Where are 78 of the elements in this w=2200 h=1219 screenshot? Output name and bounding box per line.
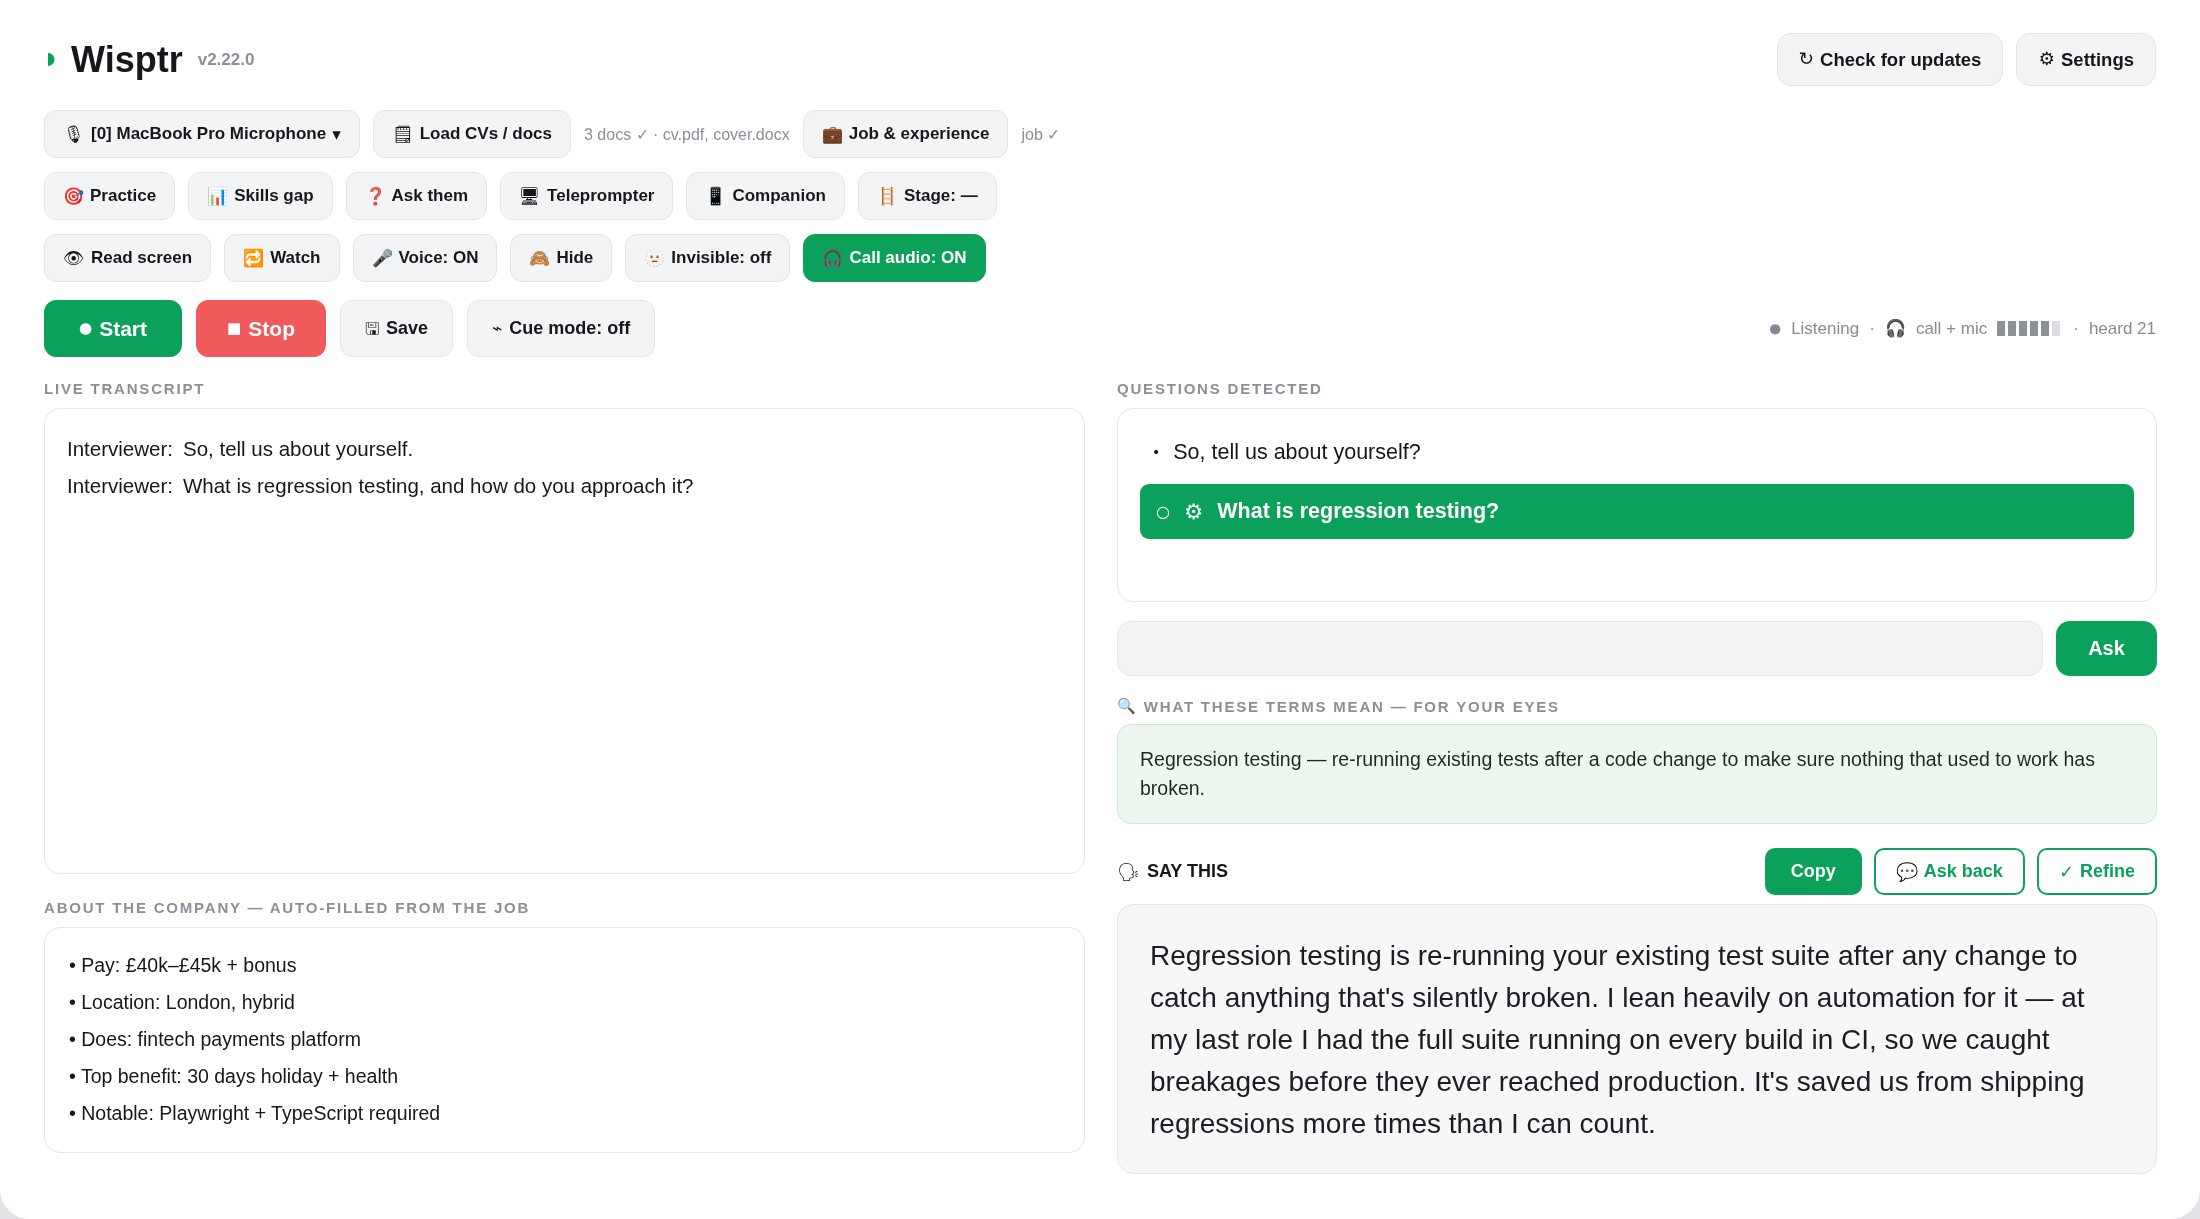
speaker-label: Interviewer: [67, 473, 173, 499]
company-fact: • Pay: £40k–£45k + bonus [69, 953, 298, 978]
section-title: LIVE TRANSCRIPT [44, 380, 206, 397]
logo-icon [48, 53, 55, 66]
monitor-icon: 🖥 [519, 187, 542, 205]
hide-button[interactable]: 🙈 Hide [510, 234, 613, 282]
check-icon: ✓ [2058, 862, 2074, 881]
section-title: QUESTIONS DETECTED [1117, 380, 1323, 397]
separator-dot: · [2073, 318, 2079, 339]
headphones-icon: 🎧 [1884, 320, 1906, 337]
read-screen-button[interactable]: 👁 Read screen [44, 234, 212, 282]
bullet-icon: • [1152, 445, 1161, 459]
company-fact: • Does: fintech payments platform [69, 1027, 362, 1052]
ladder-icon: 🪜 [876, 187, 898, 205]
company-fact: • Location: London, hybrid [69, 990, 296, 1015]
ask-field[interactable] [1117, 621, 2043, 676]
notepad-icon: 🗒 [391, 125, 414, 143]
voice-button[interactable]: 🎤 Voice: ON [352, 234, 498, 282]
check-updates-button[interactable]: ↻ Check for updates [1776, 33, 2004, 86]
bar-chart-icon: 📊 [207, 187, 229, 205]
load-docs-button[interactable]: 🗒 Load CVs / docs [372, 110, 571, 158]
practice-button[interactable]: 🎯 Practice [44, 172, 176, 220]
target-icon: 🎯 [63, 187, 84, 205]
status-dot-icon: ● [1769, 321, 1782, 336]
search-icon: 🔍 [1117, 699, 1138, 714]
save-button[interactable]: 🖫 Save [340, 300, 454, 357]
transcript-text: What is regression testing, and how do you approach it? [182, 473, 694, 499]
refresh-icon: ↻ [1798, 50, 1814, 69]
bullet-icon: ○ [1156, 503, 1170, 520]
invisible-button[interactable]: 🫥 Invisible: off [625, 234, 791, 282]
dot-icon: ● [79, 320, 93, 337]
speech-bubble-icon: 💬 [1895, 862, 1918, 881]
teleprompter-button[interactable]: 🖥 Teleprompter [500, 172, 674, 220]
heard-count: heard 21 [2088, 318, 2156, 339]
microphone-icon: 🎙 [63, 125, 85, 143]
terms-text: Regression testing — re-running existing tests after a code change to make sure nothing that used to work has broken. [1140, 747, 2096, 801]
microphone-select[interactable]: 🎙 [0] MacBook Pro Microphone ▾ [44, 110, 360, 158]
company-fact: • Notable: Playwright + TypeScript required [69, 1101, 442, 1126]
settings-icon: ⚙ [2038, 50, 2055, 69]
app-title: Wisptr [71, 41, 183, 78]
cue-mode-button[interactable]: ⌁ Cue mode: off [467, 300, 656, 357]
ask-them-button[interactable]: ❓ Ask them [345, 172, 488, 220]
skills-gap-button[interactable]: 📊 Skills gap [188, 172, 333, 220]
gear-icon: ⚙ [1183, 500, 1204, 523]
floppy-disk-icon: 🖫 [365, 319, 379, 338]
square-icon: ■ [227, 320, 242, 337]
question-item[interactable]: • So, tell us about yourself? [1140, 430, 2134, 474]
question-mark-icon: ❓ [364, 187, 386, 205]
transcript-text: So, tell us about yourself. [182, 436, 414, 462]
repeat-icon: 🔁 [243, 249, 265, 267]
eye-icon: 👁 [63, 249, 85, 267]
stage-button[interactable]: 🪜 Stage: — [857, 172, 997, 220]
watch-button[interactable]: 🔁 Watch [224, 234, 340, 282]
docs-status: 3 docs ✓ · cv.pdf, cover.docx [584, 124, 790, 144]
headphones-icon: 🎧 [822, 249, 844, 267]
caret-icon: ▾ [332, 125, 341, 143]
briefcase-icon: 💼 [821, 125, 843, 143]
answer-text: Regression testing is re-running your existing test suite after any change to catch anything that's silently broken. I lean heavily on automation for it — at my last role I had the full suite running on every build in CI, so we caught breakages before they ever reached production. It's saved us from shipping regressions more times than I can count. [1150, 939, 2086, 1141]
version-label: v2.22.0 [197, 51, 255, 68]
listening-status: Listening [1791, 318, 1860, 339]
section-title: ABOUT THE COMPANY — AUTO-FILLED FROM THE JOB [44, 899, 531, 916]
company-fact: • Top benefit: 30 days holiday + health [69, 1064, 399, 1089]
speaker-label: Interviewer: [67, 436, 173, 462]
audio-source-label: call + mic [1915, 318, 1988, 339]
companion-button[interactable]: 📱 Companion [686, 172, 845, 220]
separator-dot: · [1869, 318, 1875, 339]
section-title: WHAT THESE TERMS MEAN — FOR YOUR EYES [1143, 698, 1560, 715]
monkey-icon: 🙈 [529, 249, 551, 267]
zigzag-icon: ⌁ [492, 319, 503, 338]
settings-button[interactable]: ⚙ Settings [2016, 33, 2156, 86]
dotted-face-icon: 🫥 [644, 249, 666, 267]
ask-back-button[interactable]: 💬 Ask back [1873, 848, 2025, 895]
job-status: job ✓ [1021, 124, 1061, 144]
job-experience-button[interactable]: 💼 Job & experience [802, 110, 1009, 158]
microphone-icon: 🎤 [371, 249, 393, 267]
phone-icon: 📱 [705, 187, 727, 205]
say-this-title: SAY THIS [1147, 861, 1229, 882]
speaking-head-icon: 🗣 [1117, 862, 1140, 881]
